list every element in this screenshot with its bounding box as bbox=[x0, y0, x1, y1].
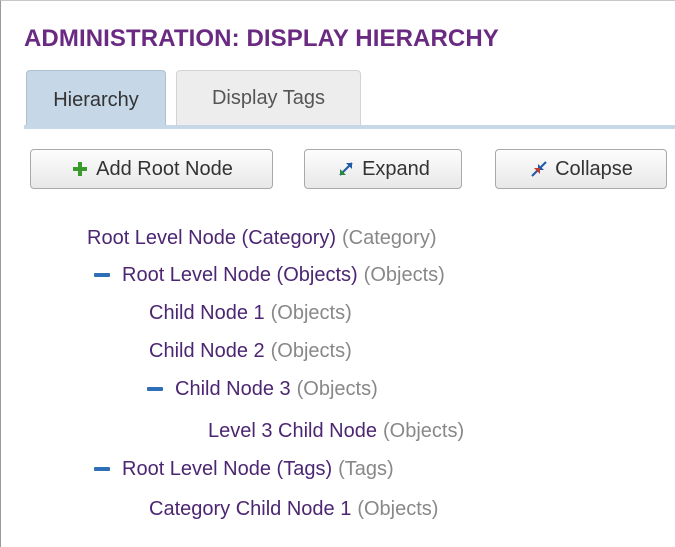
expand-label: Expand bbox=[362, 157, 430, 180]
page-title: ADMINISTRATION: DISPLAY HIERARCHY bbox=[24, 25, 499, 52]
collapse-minus-icon[interactable] bbox=[147, 387, 163, 391]
tree-node: Category Child Node 1 (Objects) bbox=[149, 496, 438, 522]
tree-node: Child Node 3 (Objects) bbox=[147, 376, 378, 402]
tree-node-type: (Tags) bbox=[338, 457, 394, 480]
collapse-button[interactable]: Collapse bbox=[495, 149, 667, 189]
tab-hierarchy[interactable]: Hierarchy bbox=[26, 70, 166, 129]
tree-node: Root Level Node (Tags) (Tags) bbox=[94, 456, 394, 482]
tree-node-name[interactable]: Child Node 2 bbox=[149, 340, 265, 363]
tree-node-name[interactable]: Root Level Node (Tags) bbox=[122, 458, 332, 481]
tree-node: Root Level Node (Category) (Category) bbox=[87, 225, 437, 251]
tree-node-name[interactable]: Level 3 Child Node bbox=[208, 420, 377, 443]
tree-node-type: (Objects) bbox=[270, 301, 352, 324]
collapse-minus-icon[interactable] bbox=[94, 273, 110, 277]
tree-node-type: (Objects) bbox=[363, 263, 445, 286]
tree-node-name[interactable]: Root Level Node (Objects) bbox=[122, 264, 358, 287]
collapse-arrows-icon bbox=[529, 159, 549, 179]
tree-node-type: (Category) bbox=[342, 226, 437, 249]
collapse-label: Collapse bbox=[555, 157, 633, 180]
tree-node-type: (Objects) bbox=[357, 497, 439, 520]
tree-node: Child Node 1 (Objects) bbox=[149, 300, 352, 326]
tab-bar-underline bbox=[24, 125, 675, 129]
tab-hierarchy-label: Hierarchy bbox=[53, 88, 139, 111]
add-root-node-label: Add Root Node bbox=[96, 157, 233, 180]
tree-node: Level 3 Child Node (Objects) bbox=[208, 418, 464, 444]
expand-arrows-icon bbox=[336, 159, 356, 179]
tree-node-type: (Objects) bbox=[270, 339, 352, 362]
tree-node-name[interactable]: Child Node 3 bbox=[175, 378, 291, 401]
expand-button[interactable]: Expand bbox=[304, 149, 462, 189]
admin-panel: ADMINISTRATION: DISPLAY HIERARCHY Hierar… bbox=[0, 0, 675, 547]
tree-node: Root Level Node (Objects) (Objects) bbox=[94, 262, 445, 288]
tree-node-type: (Objects) bbox=[296, 377, 378, 400]
collapse-minus-icon[interactable] bbox=[94, 467, 110, 471]
tab-display-tags[interactable]: Display Tags bbox=[176, 70, 361, 125]
tree-node-name[interactable]: Category Child Node 1 bbox=[149, 498, 351, 521]
tree-node-name[interactable]: Root Level Node (Category) bbox=[87, 227, 336, 250]
tab-display-tags-label: Display Tags bbox=[211, 86, 326, 109]
plus-icon bbox=[70, 159, 90, 179]
add-root-node-button[interactable]: Add Root Node bbox=[30, 149, 273, 189]
tree-node-name[interactable]: Child Node 1 bbox=[149, 302, 265, 325]
tree-node: Child Node 2 (Objects) bbox=[149, 338, 352, 364]
tree-node-type: (Objects) bbox=[383, 419, 465, 442]
